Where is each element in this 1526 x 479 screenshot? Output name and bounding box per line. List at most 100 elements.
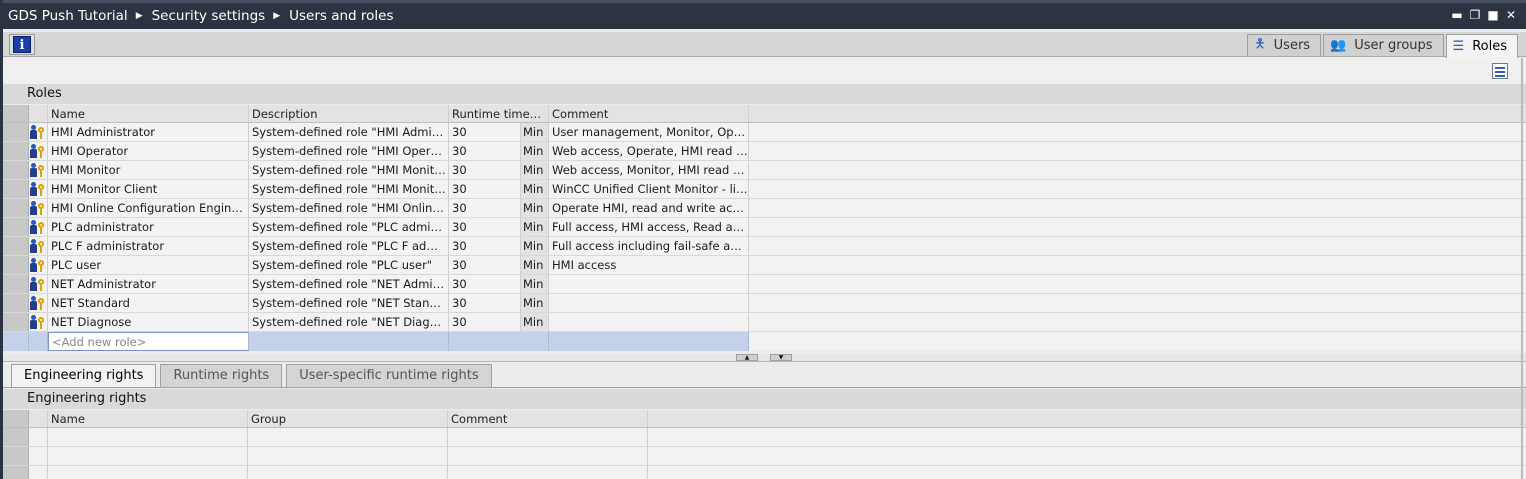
table-row[interactable]: HMI Monitor Client System-defined role "H… bbox=[3, 180, 1526, 199]
minimize-icon[interactable]: ▬ bbox=[1450, 8, 1464, 22]
role-comment[interactable]: Web access, Monitor, HMI read access bbox=[549, 161, 749, 179]
row-selector[interactable] bbox=[3, 123, 29, 141]
role-timeout-unit[interactable]: Min bbox=[521, 313, 549, 331]
add-new-role-input[interactable]: <Add new role> bbox=[48, 332, 249, 351]
role-name[interactable]: PLC administrator bbox=[48, 218, 249, 236]
tab-roles[interactable]: ☰ Roles bbox=[1445, 34, 1518, 58]
tab-users[interactable]: 🯅 Users bbox=[1247, 34, 1322, 56]
role-comment[interactable] bbox=[549, 313, 749, 331]
role-description[interactable]: System-defined role "NET Standard" bbox=[249, 294, 449, 312]
role-comment[interactable]: Full access, HMI access, Read access bbox=[549, 218, 749, 236]
role-name[interactable]: HMI Online Configuration Engineer bbox=[48, 199, 249, 217]
column-header-comment[interactable]: Comment bbox=[549, 105, 749, 122]
row-selector[interactable] bbox=[3, 447, 29, 465]
role-timeout-unit[interactable]: Min bbox=[521, 218, 549, 236]
role-runtime-timeout[interactable]: 30 bbox=[449, 237, 521, 255]
row-selector[interactable] bbox=[3, 142, 29, 160]
table-row[interactable]: PLC F administrator System-defined role "… bbox=[3, 237, 1526, 256]
maximize-icon[interactable]: ■ bbox=[1486, 8, 1500, 22]
tab-user-groups[interactable]: 👥 User groups bbox=[1323, 34, 1444, 56]
column-header-name[interactable]: Name bbox=[48, 410, 248, 427]
select-all-cell[interactable] bbox=[3, 105, 29, 122]
column-header-group[interactable]: Group bbox=[248, 410, 448, 427]
tab-engineering-rights[interactable]: Engineering rights bbox=[11, 364, 157, 387]
role-runtime-timeout[interactable]: 30 bbox=[449, 256, 521, 274]
breadcrumb-project[interactable]: GDS Push Tutorial bbox=[8, 8, 128, 24]
column-header-description[interactable]: Description bbox=[249, 105, 449, 122]
row-selector[interactable] bbox=[3, 237, 29, 255]
role-description[interactable]: System-defined role "HMI Operator" bbox=[249, 142, 449, 160]
column-header-runtime-timeout[interactable]: Runtime timeout bbox=[449, 105, 549, 122]
role-timeout-unit[interactable]: Min bbox=[521, 256, 549, 274]
tab-runtime-rights[interactable]: Runtime rights bbox=[160, 364, 283, 387]
role-name[interactable]: HMI Operator bbox=[48, 142, 249, 160]
role-name[interactable]: HMI Monitor Client bbox=[48, 180, 249, 198]
row-selector[interactable] bbox=[3, 180, 29, 198]
table-row[interactable]: HMI Operator System-defined role "HMI Ope… bbox=[3, 142, 1526, 161]
role-timeout-unit[interactable]: Min bbox=[521, 294, 549, 312]
role-name[interactable]: HMI Monitor bbox=[48, 161, 249, 179]
role-runtime-timeout[interactable]: 30 bbox=[449, 142, 521, 160]
column-header-name[interactable]: Name bbox=[48, 105, 249, 122]
role-description[interactable]: System-defined role "PLC administrator" bbox=[249, 218, 449, 236]
row-selector[interactable] bbox=[3, 275, 29, 293]
role-description[interactable]: System-defined role "PLC F administrator… bbox=[249, 237, 449, 255]
role-comment[interactable]: User management, Monitor, Operate bbox=[549, 123, 749, 141]
role-runtime-timeout[interactable]: 30 bbox=[449, 275, 521, 293]
role-description[interactable]: System-defined role "PLC user" bbox=[249, 256, 449, 274]
role-comment[interactable]: Web access, Operate, HMI read access bbox=[549, 142, 749, 160]
table-row[interactable]: NET Diagnose System-defined role "NET Dia… bbox=[3, 313, 1526, 332]
table-row[interactable]: HMI Monitor System-defined role "HMI Moni… bbox=[3, 161, 1526, 180]
select-all-cell[interactable] bbox=[3, 410, 29, 427]
role-runtime-timeout[interactable]: 30 bbox=[449, 161, 521, 179]
add-row-description-cell[interactable] bbox=[249, 332, 449, 351]
breadcrumb-security-settings[interactable]: Security settings bbox=[152, 8, 266, 24]
row-selector[interactable] bbox=[3, 161, 29, 179]
role-description[interactable]: System-defined role "HMI Monitor Client" bbox=[249, 180, 449, 198]
table-row[interactable]: PLC user System-defined role "PLC user" 30… bbox=[3, 256, 1526, 275]
add-row-timeout-cell[interactable] bbox=[449, 332, 549, 351]
column-header-comment[interactable]: Comment bbox=[448, 410, 648, 427]
role-timeout-unit[interactable]: Min bbox=[521, 237, 549, 255]
role-runtime-timeout[interactable]: 30 bbox=[449, 218, 521, 236]
role-comment[interactable]: Operate HMI, read and write access bbox=[549, 199, 749, 217]
role-name[interactable]: PLC user bbox=[48, 256, 249, 274]
row-selector[interactable] bbox=[3, 218, 29, 236]
row-selector[interactable] bbox=[3, 256, 29, 274]
info-button[interactable]: i bbox=[9, 34, 35, 55]
pane-splitter[interactable]: ▲ ▼ bbox=[3, 354, 1526, 362]
role-name[interactable]: NET Diagnose bbox=[48, 313, 249, 331]
role-runtime-timeout[interactable]: 30 bbox=[449, 199, 521, 217]
list-settings-icon[interactable] bbox=[1492, 63, 1508, 79]
row-selector[interactable] bbox=[3, 294, 29, 312]
role-runtime-timeout[interactable]: 30 bbox=[449, 294, 521, 312]
role-timeout-unit[interactable]: Min bbox=[521, 199, 549, 217]
role-name[interactable]: NET Standard bbox=[48, 294, 249, 312]
role-comment[interactable] bbox=[549, 275, 749, 293]
close-icon[interactable]: ✕ bbox=[1504, 8, 1518, 22]
role-name[interactable]: NET Administrator bbox=[48, 275, 249, 293]
role-timeout-unit[interactable]: Min bbox=[521, 180, 549, 198]
role-timeout-unit[interactable]: Min bbox=[521, 142, 549, 160]
row-selector[interactable] bbox=[3, 466, 29, 479]
table-row[interactable]: NET Standard System-defined role "NET Sta… bbox=[3, 294, 1526, 313]
table-row[interactable]: HMI Administrator System-defined role "HM… bbox=[3, 123, 1526, 142]
role-runtime-timeout[interactable]: 30 bbox=[449, 180, 521, 198]
tab-user-specific-runtime-rights[interactable]: User-specific runtime rights bbox=[286, 364, 492, 387]
role-name[interactable]: HMI Administrator bbox=[48, 123, 249, 141]
role-timeout-unit[interactable]: Min bbox=[521, 123, 549, 141]
role-runtime-timeout[interactable]: 30 bbox=[449, 313, 521, 331]
row-selector[interactable] bbox=[3, 199, 29, 217]
role-description[interactable]: System-defined role "NET Diagnose" bbox=[249, 313, 449, 331]
table-row[interactable]: HMI Online Configuration Engineer System-… bbox=[3, 199, 1526, 218]
row-selector[interactable] bbox=[3, 428, 29, 446]
role-comment[interactable] bbox=[549, 294, 749, 312]
role-timeout-unit[interactable]: Min bbox=[521, 161, 549, 179]
role-comment[interactable]: WinCC Unified Client Monitor - limited bbox=[549, 180, 749, 198]
row-selector[interactable] bbox=[3, 332, 29, 351]
role-name[interactable]: PLC F administrator bbox=[48, 237, 249, 255]
table-row[interactable]: PLC administrator System-defined role "PL… bbox=[3, 218, 1526, 237]
role-description[interactable]: System-defined role "HMI Monitor" bbox=[249, 161, 449, 179]
collapse-up-icon[interactable]: ▲ bbox=[736, 354, 758, 361]
role-description[interactable]: System-defined role "NET Administrator" bbox=[249, 275, 449, 293]
